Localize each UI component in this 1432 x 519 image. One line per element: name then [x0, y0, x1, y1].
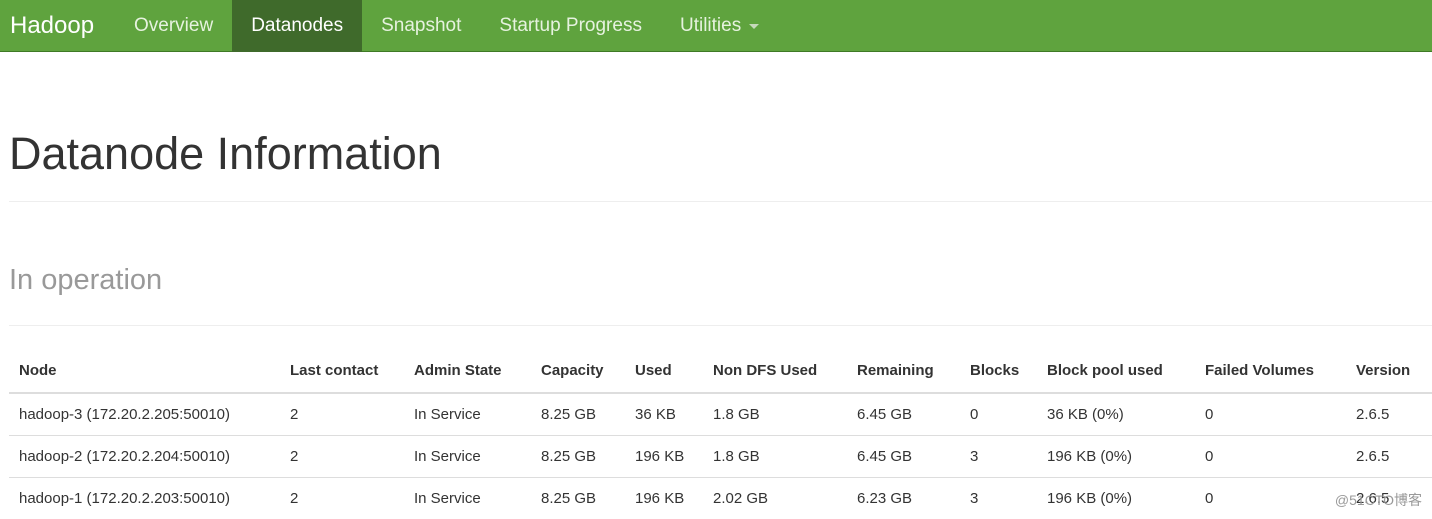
cell-used: 196 KB	[635, 489, 685, 507]
cell-admin-state: In Service	[404, 435, 531, 478]
col-header-remaining[interactable]: Remaining	[847, 349, 960, 394]
cell-non-dfs-used: 1.8 GB	[703, 393, 847, 436]
cell-node: hadoop-3 (172.20.2.205:50010)	[9, 393, 280, 436]
col-header-node[interactable]: Node	[9, 349, 280, 394]
table-header-row: Node Last contact Admin State Capacity U…	[9, 349, 1432, 394]
nav-utilities-label: Utilities	[679, 15, 742, 36]
page-title: Datanode Information	[9, 128, 442, 179]
cell-used: 196 KB	[625, 435, 703, 478]
cell-version: 2.6.5	[1346, 393, 1432, 436]
section-title-in-operation: In operation	[9, 264, 163, 296]
col-header-non-dfs-used[interactable]: Non DFS Used	[703, 349, 847, 394]
table-row: hadoop-3 (172.20.2.205:50010) 2 In Servi…	[9, 393, 1432, 436]
nav-overview[interactable]: Overview	[115, 0, 232, 52]
col-header-block-pool-used[interactable]: Block pool used	[1037, 349, 1195, 394]
col-header-last-contact[interactable]: Last contact	[280, 349, 404, 394]
nav-utilities-dropdown[interactable]: Utilities	[661, 0, 778, 52]
title-divider	[9, 201, 1432, 202]
brand-logo[interactable]: Hadoop	[0, 0, 115, 51]
caret-down-icon	[749, 23, 760, 29]
nav-startup-progress[interactable]: Startup Progress	[480, 0, 661, 52]
cell-blocks: 3	[960, 435, 1037, 478]
cell-node: hadoop-2 (172.20.2.204:50010)	[9, 435, 280, 478]
col-header-capacity[interactable]: Capacity	[531, 349, 625, 394]
nav-datanodes[interactable]: Datanodes	[232, 0, 363, 52]
col-header-admin-state[interactable]: Admin State	[404, 349, 531, 394]
section-divider	[9, 325, 1432, 326]
cell-version: 2.6.5	[1346, 435, 1432, 478]
cell-last-contact: 2	[280, 435, 404, 478]
datanode-table: Node Last contact Admin State Capacity U…	[9, 349, 1432, 519]
watermark-text: @51CTO博客	[1334, 492, 1422, 508]
cell-node: hadoop-1 (172.20.2.203:50010)	[19, 489, 231, 507]
cell-failed-volumes: 0	[1205, 489, 1214, 507]
col-header-used[interactable]: Used	[625, 349, 703, 394]
top-navbar: Hadoop Overview Datanodes Snapshot Start…	[0, 0, 1432, 52]
cell-last-contact: 2	[290, 489, 299, 507]
cell-blocks: 0	[960, 393, 1037, 436]
cell-remaining: 6.23 GB	[857, 489, 913, 507]
cell-failed-volumes: 0	[1195, 435, 1346, 478]
cell-non-dfs-used: 1.8 GB	[703, 435, 847, 478]
cell-non-dfs-used: 2.02 GB	[713, 489, 769, 507]
col-header-version[interactable]: Version	[1346, 349, 1432, 394]
col-header-failed-volumes[interactable]: Failed Volumes	[1195, 349, 1346, 394]
cell-block-pool-used: 36 KB (0%)	[1037, 393, 1195, 436]
cell-admin-state: In Service	[414, 489, 481, 507]
cell-admin-state: In Service	[404, 393, 531, 436]
cell-capacity: 8.25 GB	[531, 435, 625, 478]
table-row: hadoop-2 (172.20.2.204:50010) 2 In Servi…	[9, 435, 1432, 478]
cell-capacity: 8.25 GB	[541, 489, 597, 507]
cell-failed-volumes: 0	[1195, 393, 1346, 436]
col-header-blocks[interactable]: Blocks	[960, 349, 1037, 394]
cell-used: 36 KB	[625, 393, 703, 436]
cell-capacity: 8.25 GB	[531, 393, 625, 436]
nav-snapshot[interactable]: Snapshot	[362, 0, 480, 52]
cell-remaining: 6.45 GB	[847, 393, 960, 436]
cell-block-pool-used: 196 KB (0%)	[1047, 489, 1133, 507]
cell-last-contact: 2	[280, 393, 404, 436]
table-row: hadoop-1 (172.20.2.203:50010) 2 In Servi…	[9, 477, 1432, 519]
cell-remaining: 6.45 GB	[847, 435, 960, 478]
cell-block-pool-used: 196 KB (0%)	[1037, 435, 1195, 478]
cell-blocks: 3	[970, 489, 979, 507]
